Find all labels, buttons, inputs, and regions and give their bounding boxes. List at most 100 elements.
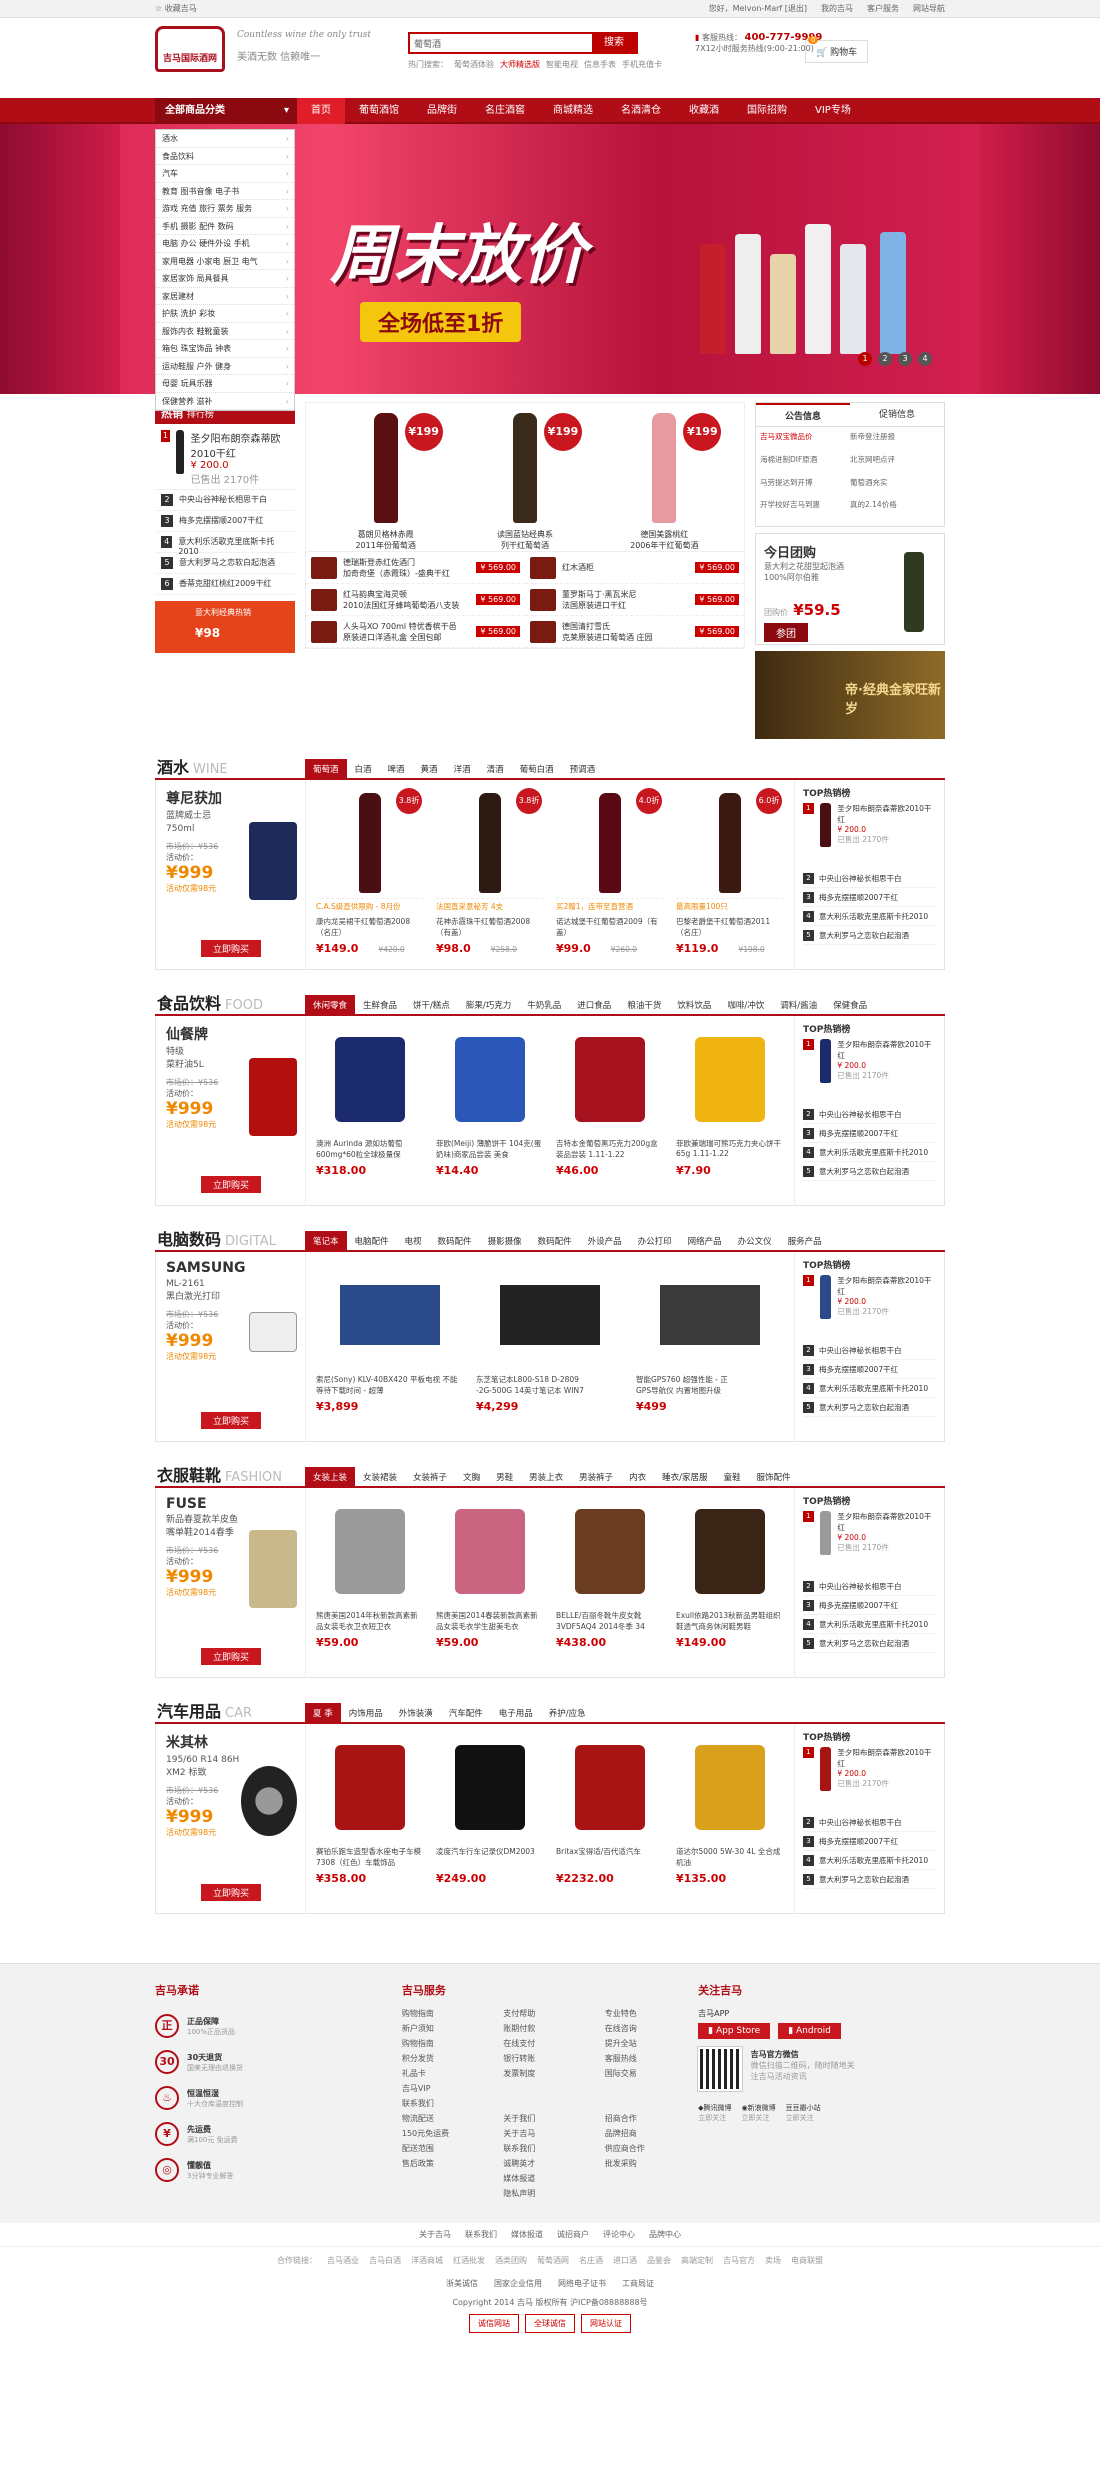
appstore-button[interactable]: ▮ App Store bbox=[698, 2023, 771, 2039]
nav-item[interactable]: 葡萄酒馆 bbox=[345, 98, 413, 124]
rank-item[interactable]: 5 意大利罗马之恋软白起泡酒 bbox=[155, 553, 295, 574]
featured-product[interactable]: FUSE 新品春夏款羊皮鱼 嘴单鞋2014春季 市场价：¥536 活动价： ¥999 活动… bbox=[156, 1488, 306, 1677]
footer-link[interactable]: 在线咨询 bbox=[605, 2023, 698, 2034]
partner-link[interactable]: 电商联盟 bbox=[791, 2255, 823, 2266]
hot-word[interactable]: 大师精选版 bbox=[500, 60, 540, 69]
section-tab[interactable]: 女装裙装 bbox=[355, 1467, 405, 1486]
promo-small-item[interactable]: 红木酒柜 ¥ 569.00 bbox=[525, 552, 744, 584]
footer-link[interactable]: 媒体报道 bbox=[503, 2173, 596, 2184]
section-tab[interactable]: 膨果/巧克力 bbox=[458, 995, 519, 1014]
notice-item[interactable]: 真的2.14价格 bbox=[850, 499, 940, 515]
top-rank-first[interactable]: 1 圣夕阳布朗奈森蒂欧2010干红 ¥ 200.0 已售出 2170件 bbox=[803, 1039, 936, 1105]
section-tab[interactable]: 电脑配件 bbox=[347, 1231, 397, 1250]
follow-button[interactable]: 立即关注 bbox=[698, 2113, 731, 2123]
top-rank-first[interactable]: 1 圣夕阳布朗奈森蒂欧2010干红 ¥ 200.0 已售出 2170件 bbox=[803, 1511, 936, 1577]
category-item[interactable]: 服饰内衣 鞋靴童装 bbox=[156, 323, 294, 340]
footer-link[interactable]: 150元免运费 bbox=[402, 2128, 495, 2139]
footer-link[interactable]: 国际交易 bbox=[605, 2068, 698, 2079]
notice-item[interactable]: 葡萄酒充实 bbox=[850, 477, 940, 493]
featured-product[interactable]: 尊尼获加 蓝牌威士忌 750ml 市场价：¥536 活动价： ¥999 活动仅需98元 立即… bbox=[156, 780, 306, 969]
section-tab[interactable]: 数码配件 bbox=[430, 1231, 480, 1250]
product-card[interactable]: 道达尔5000 5W-30 4L 全合成机油 ¥135.00 bbox=[670, 1732, 790, 1905]
product-card[interactable]: 6.0折 最高限量100只 巴黎老爵堡干红葡萄酒2011（名庄） ¥119.0 ¥198… bbox=[670, 788, 790, 961]
nav-item[interactable]: 品牌街 bbox=[413, 98, 471, 124]
footer-link[interactable]: 银行转账 bbox=[503, 2053, 596, 2064]
section-tab[interactable]: 饮料饮品 bbox=[669, 995, 719, 1014]
section-tab[interactable]: 笔记本 bbox=[305, 1231, 347, 1250]
category-item[interactable]: 游戏 充值 旅行 票务 服务 bbox=[156, 200, 294, 218]
product-card[interactable]: 熊唐美国2014春装新款高素新品女装毛衣学生甜美毛衣 ¥59.00 bbox=[430, 1496, 550, 1669]
nav-item[interactable]: 首页 bbox=[297, 98, 345, 124]
promo-product[interactable]: ¥199 葛朗贝格林赤霞 2011年份葡萄酒 bbox=[331, 413, 443, 551]
product-card[interactable]: 菲欧兼瑞瑞可熊巧克力夹心饼干 65g 1.11-1.22 ¥7.90 bbox=[670, 1024, 790, 1197]
section-tab[interactable]: 男装裤子 bbox=[571, 1467, 621, 1486]
promo-product[interactable]: ¥199 德国美露桃红 2006年干红葡萄酒 bbox=[609, 413, 722, 551]
category-item[interactable]: 运动鞋服 户外 健身 bbox=[156, 358, 294, 375]
section-tab[interactable]: 数码配件 bbox=[530, 1231, 580, 1250]
nav-item[interactable]: 国际招购 bbox=[733, 98, 801, 124]
section-tab[interactable]: 咖啡/冲饮 bbox=[719, 995, 772, 1014]
section-tab[interactable]: 牛奶乳品 bbox=[519, 995, 569, 1014]
partner-link[interactable]: 吉马酒业 bbox=[327, 2255, 359, 2266]
section-tab[interactable]: 养护/应急 bbox=[541, 1703, 594, 1722]
cert-link[interactable]: 网络电子证书 bbox=[558, 2278, 606, 2289]
section-tab[interactable]: 电视 bbox=[397, 1231, 430, 1250]
promo-small-item[interactable]: 人头马XO 700ml 特优香槟干邑 原装进口洋酒礼盒 全国包邮 ¥ 569.00 bbox=[306, 616, 525, 648]
section-tab[interactable]: 饼干/糕点 bbox=[405, 995, 458, 1014]
footer-link[interactable]: 配送范围 bbox=[402, 2143, 495, 2154]
featured-product[interactable]: 仙餐牌 特级 菜籽油5L 市场价：¥536 活动价： ¥999 活动仅需98元 立即购买 bbox=[156, 1016, 306, 1205]
footer-link[interactable]: 购物指南 bbox=[402, 2038, 495, 2049]
rank-item[interactable]: 2 中央山谷神秘长相思干白 bbox=[155, 490, 295, 511]
top-rank-item[interactable]: 2 中央山谷神秘长相思干白 bbox=[803, 1341, 936, 1360]
notice-item[interactable]: 开学校好吉马到惠 bbox=[760, 499, 850, 515]
banner-dot[interactable]: 3 bbox=[898, 352, 912, 366]
top-rank-item[interactable]: 3 梅多克摆摆顺2007干红 bbox=[803, 888, 936, 907]
top-rank-item[interactable]: 4 意大利乐活歌克里底斯卡托2010 bbox=[803, 907, 936, 926]
category-item[interactable]: 护肤 洗护 彩妆 bbox=[156, 305, 294, 323]
trust-badge[interactable]: 网站认证 bbox=[581, 2314, 631, 2333]
bottom-link[interactable]: 评论中心 bbox=[603, 2229, 635, 2240]
category-item[interactable]: 家居建材 bbox=[156, 288, 294, 305]
section-tab[interactable]: 保健食品 bbox=[825, 995, 875, 1014]
follow-button[interactable]: 立即关注 bbox=[786, 2113, 821, 2123]
section-tab[interactable]: 内衣 bbox=[621, 1467, 654, 1486]
partner-link[interactable]: 卖场 bbox=[765, 2255, 781, 2266]
follow-item[interactable]: 豆豆瓣小站 立即关注 bbox=[786, 2103, 821, 2123]
buy-now-button[interactable]: 立即购买 bbox=[201, 1648, 262, 1665]
section-tab[interactable]: 粮油干货 bbox=[619, 995, 669, 1014]
footer-link[interactable]: 关于吉马 bbox=[503, 2128, 596, 2139]
top-rank-item[interactable]: 2 中央山谷神秘长相思干白 bbox=[803, 869, 936, 888]
section-tab[interactable]: 睡衣/家居服 bbox=[654, 1467, 715, 1486]
partner-link[interactable]: 酒类团购 bbox=[495, 2255, 527, 2266]
section-tab[interactable]: 清酒 bbox=[479, 759, 512, 778]
section-tab[interactable]: 洋酒 bbox=[446, 759, 479, 778]
buy-now-button[interactable]: 立即购买 bbox=[201, 1412, 262, 1429]
notice-item[interactable]: 新帝登注册报 bbox=[850, 431, 940, 447]
category-item[interactable]: 食品饮料 bbox=[156, 148, 294, 165]
bottom-link[interactable]: 品牌中心 bbox=[649, 2229, 681, 2240]
category-item[interactable]: 家居家饰 局具餐具 bbox=[156, 270, 294, 288]
product-card[interactable]: 3.8折 C.A.S级直供限购 - 8月份 康内龙吴裙干红葡萄酒2008（名庄） ¥1… bbox=[310, 788, 430, 961]
footer-link[interactable]: 批发采购 bbox=[605, 2158, 698, 2169]
product-card[interactable]: 东芝笔记本L800-S18 D-2809 -2G-500G 14英寸笔记本 WI… bbox=[470, 1260, 630, 1433]
top-rank-item[interactable]: 5 意大利罗马之恋软白起泡酒 bbox=[803, 926, 936, 945]
top-rank-item[interactable]: 2 中央山谷神秘长相思干白 bbox=[803, 1577, 936, 1596]
bottom-link[interactable]: 关于吉马 bbox=[419, 2229, 451, 2240]
section-tab[interactable]: 夏 季 bbox=[305, 1703, 341, 1722]
rank-item[interactable]: 3 梅多克摆摆顺2007干红 bbox=[155, 511, 295, 532]
hot-word[interactable]: 手机充值卡 bbox=[622, 60, 662, 69]
android-button[interactable]: ▮ Android bbox=[778, 2023, 841, 2039]
nav-item[interactable]: 商城精选 bbox=[539, 98, 607, 124]
category-item[interactable]: 箱包 珠宝饰品 钟表 bbox=[156, 340, 294, 358]
section-tab[interactable]: 葡萄酒 bbox=[305, 759, 347, 778]
footer-link[interactable]: 品牌招商 bbox=[605, 2128, 698, 2139]
rank-item[interactable]: 6 香蒂克甜红桃红2009干红 bbox=[155, 574, 295, 595]
promo-small-item[interactable]: 红马韵典宝海灵顿 2010法国红牙蜂鸣葡萄酒八支装 ¥ 569.00 bbox=[306, 584, 525, 616]
footer-link[interactable]: 吉马VIP bbox=[402, 2083, 495, 2094]
tab-promotion[interactable]: 促销信息 bbox=[850, 403, 944, 426]
section-tab[interactable]: 进口食品 bbox=[569, 995, 619, 1014]
footer-link[interactable]: 诚聘英才 bbox=[503, 2158, 596, 2169]
footer-link[interactable]: 联系我们 bbox=[503, 2143, 596, 2154]
top-rank-item[interactable]: 2 中央山谷神秘长相思干白 bbox=[803, 1813, 936, 1832]
footer-link[interactable]: 关于我们 bbox=[503, 2113, 596, 2124]
